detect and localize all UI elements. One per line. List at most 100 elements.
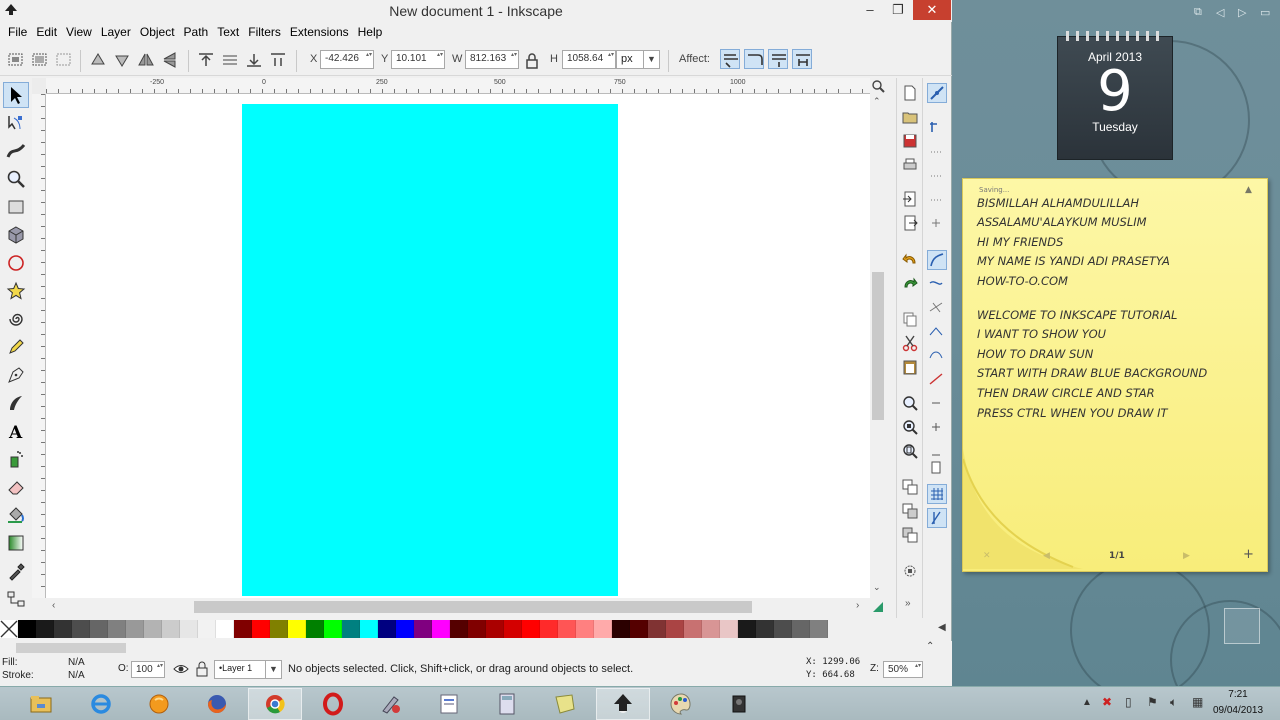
text-tool-icon[interactable]: A <box>3 418 29 444</box>
transform-gradients-icon[interactable] <box>768 49 788 69</box>
color-swatch[interactable] <box>792 620 810 638</box>
color-swatch[interactable] <box>234 620 252 638</box>
unit-select[interactable]: px ▼ <box>616 50 660 69</box>
color-swatch[interactable] <box>522 620 540 638</box>
maximize-button[interactable]: ❐ <box>884 0 912 20</box>
lower-to-bottom-icon[interactable] <box>268 50 288 70</box>
taskbar-paint-tools-icon[interactable] <box>364 688 418 720</box>
snap-paths-icon[interactable] <box>927 274 947 294</box>
unlink-clone-icon[interactable] <box>901 526 921 546</box>
lock-icon[interactable] <box>522 51 542 71</box>
tray-volume-icon[interactable]: 🔈︎ <box>1170 695 1177 710</box>
spiral-tool-icon[interactable] <box>3 306 29 332</box>
color-swatch[interactable] <box>504 620 522 638</box>
snap-object-center-icon[interactable] <box>927 394 947 414</box>
star-tool-icon[interactable] <box>3 278 29 304</box>
taskbar-opera-icon[interactable] <box>306 688 360 720</box>
color-swatch[interactable] <box>144 620 162 638</box>
save-icon[interactable] <box>901 132 921 152</box>
stroke-value[interactable]: N/A <box>68 670 85 681</box>
taskbar-ie-icon[interactable] <box>74 688 128 720</box>
snap-bbox-corner-icon[interactable] <box>927 166 947 186</box>
taskbar-palette-app-icon[interactable] <box>654 688 708 720</box>
scroll-up-icon[interactable]: ⌃ <box>873 96 881 107</box>
snap-grid-icon[interactable] <box>927 484 947 504</box>
scroll-left-icon[interactable]: ‹ <box>52 600 55 611</box>
color-swatch[interactable] <box>720 620 738 638</box>
menu-object[interactable]: Object <box>140 25 184 39</box>
tray-device-icon[interactable]: ▯ <box>1125 695 1132 709</box>
import-icon[interactable] <box>901 190 921 210</box>
color-swatch[interactable] <box>324 620 342 638</box>
print-icon[interactable] <box>901 156 921 176</box>
clock-time[interactable]: 7:21 <box>1210 689 1266 700</box>
flip-horizontal-icon[interactable] <box>136 50 156 70</box>
note-next-icon[interactable]: ▶ <box>1183 551 1190 561</box>
cut-icon[interactable] <box>901 334 921 354</box>
snap-cusp-icon[interactable] <box>927 322 947 342</box>
taskbar-firefox-icon[interactable] <box>190 688 244 720</box>
menu-help[interactable]: Help <box>358 25 392 39</box>
select-all-layers-icon[interactable] <box>30 50 50 70</box>
layer-select[interactable]: •Layer 1 ▼ <box>214 660 282 679</box>
color-swatch[interactable] <box>216 620 234 638</box>
color-swatch[interactable] <box>594 620 612 638</box>
color-swatch[interactable] <box>72 620 90 638</box>
menu-edit[interactable]: Edit <box>36 25 66 39</box>
horizontal-scrollbar-thumb[interactable] <box>194 601 752 613</box>
visibility-icon[interactable] <box>172 660 190 678</box>
taskbar-sticky-notes-icon[interactable] <box>538 688 592 720</box>
color-swatch[interactable] <box>684 620 702 638</box>
undo-icon[interactable] <box>901 250 921 270</box>
snap-bbox-icon[interactable] <box>927 118 947 138</box>
menu-extensions[interactable]: Extensions <box>290 25 358 39</box>
color-swatch[interactable] <box>396 620 414 638</box>
gadget-prev-icon[interactable]: ◁ <box>1216 6 1224 19</box>
color-swatch[interactable] <box>666 620 684 638</box>
color-swatch[interactable] <box>540 620 558 638</box>
snap-intersection-icon[interactable] <box>927 298 947 318</box>
color-swatch[interactable] <box>612 620 630 638</box>
color-swatch[interactable] <box>648 620 666 638</box>
color-swatch[interactable] <box>360 620 378 638</box>
pen-tool-icon[interactable] <box>3 362 29 388</box>
node-tool-icon[interactable] <box>3 110 29 136</box>
color-swatch[interactable] <box>198 620 216 638</box>
paste-icon[interactable] <box>901 358 921 378</box>
color-swatch[interactable] <box>90 620 108 638</box>
redo-icon[interactable] <box>901 274 921 294</box>
gadget-next-icon[interactable]: ▷ <box>1238 6 1246 19</box>
zoom-drawing-icon[interactable] <box>901 418 921 438</box>
taskbar-inkscape-icon[interactable] <box>596 688 650 720</box>
open-icon[interactable] <box>901 108 921 128</box>
close-button[interactable]: ✕ <box>913 0 951 20</box>
zoom-page-icon[interactable] <box>901 442 921 462</box>
snap-toggle-icon[interactable] <box>927 83 947 103</box>
fill-value[interactable]: N/A <box>68 657 85 668</box>
scroll-down-icon[interactable]: ⌄ <box>873 582 881 593</box>
menu-view[interactable]: View <box>66 25 101 39</box>
horizontal-ruler[interactable]: -250 0 250 500 750 1000 <box>46 78 870 94</box>
color-swatch[interactable] <box>486 620 504 638</box>
clock-date[interactable]: 09/04/2013 <box>1200 705 1276 716</box>
snap-bbox-center-icon[interactable] <box>927 214 947 234</box>
new-document-icon[interactable] <box>901 84 921 104</box>
color-swatch[interactable] <box>558 620 576 638</box>
drawing-canvas[interactable] <box>46 94 870 598</box>
no-paint-swatch[interactable] <box>0 620 18 638</box>
calligraphy-tool-icon[interactable] <box>3 390 29 416</box>
ellipse-tool-icon[interactable] <box>3 250 29 276</box>
selector-tool-icon[interactable] <box>3 82 29 108</box>
color-swatch[interactable] <box>702 620 720 638</box>
color-swatch[interactable] <box>126 620 144 638</box>
menu-layer[interactable]: Layer <box>101 25 140 39</box>
height-input[interactable]: 1058.64 <box>562 50 616 69</box>
zoom-tool-icon[interactable] <box>3 166 29 192</box>
vertical-scrollbar-thumb[interactable] <box>872 272 884 420</box>
snap-bbox-edge-icon[interactable] <box>927 142 947 162</box>
spray-tool-icon[interactable] <box>3 446 29 472</box>
select-original-icon[interactable] <box>901 562 921 582</box>
note-close-icon[interactable]: ✕ <box>983 551 991 561</box>
color-swatch[interactable] <box>432 620 450 638</box>
palette-scrollbar-thumb[interactable] <box>16 643 126 653</box>
